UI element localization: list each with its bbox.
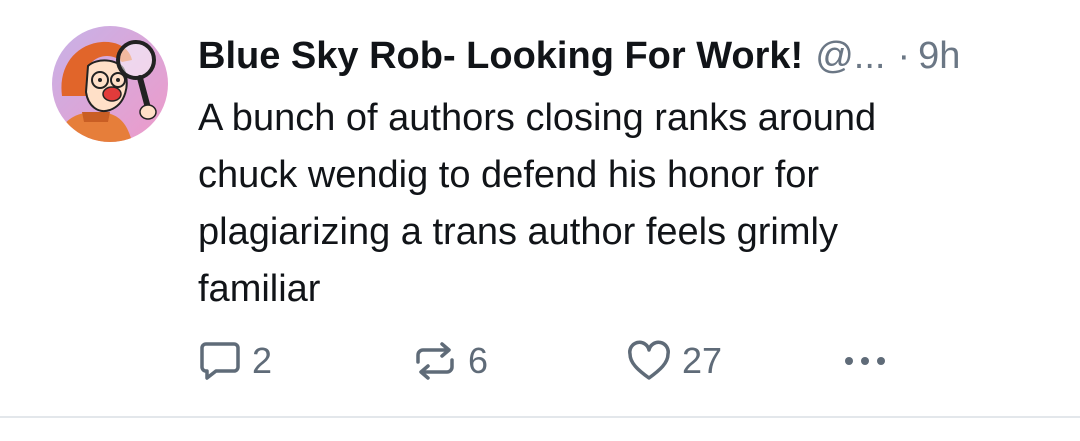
- author-avatar[interactable]: [52, 26, 168, 142]
- reply-count: 2: [252, 340, 273, 381]
- speech-bubble-icon: [200, 342, 240, 380]
- header-separator: ·: [897, 35, 911, 77]
- reply-button[interactable]: 2: [198, 336, 272, 386]
- more-options-button[interactable]: [842, 336, 888, 386]
- repost-arrows-icon: [416, 342, 454, 380]
- post-text: A bunch of authors closing ranks around …: [198, 97, 877, 310]
- post-divider: [0, 416, 1080, 418]
- repost-count: 6: [468, 340, 489, 381]
- post-card[interactable]: Blue Sky Rob- Looking For Work! @... · 9h A…: [0, 0, 1080, 418]
- avatar-cartoon-icon: [52, 26, 168, 142]
- like-button[interactable]: 27: [626, 336, 722, 386]
- post-header: Blue Sky Rob- Looking For Work! @... · 9h: [198, 32, 960, 80]
- author-handle[interactable]: @...: [815, 35, 885, 77]
- like-count: 27: [682, 340, 723, 381]
- author-name[interactable]: Blue Sky Rob- Looking For Work!: [198, 35, 803, 77]
- ellipsis-icon: [845, 357, 885, 365]
- heart-icon: [628, 340, 670, 380]
- post-timestamp[interactable]: 9h: [918, 35, 960, 77]
- repost-button[interactable]: 6: [412, 336, 488, 386]
